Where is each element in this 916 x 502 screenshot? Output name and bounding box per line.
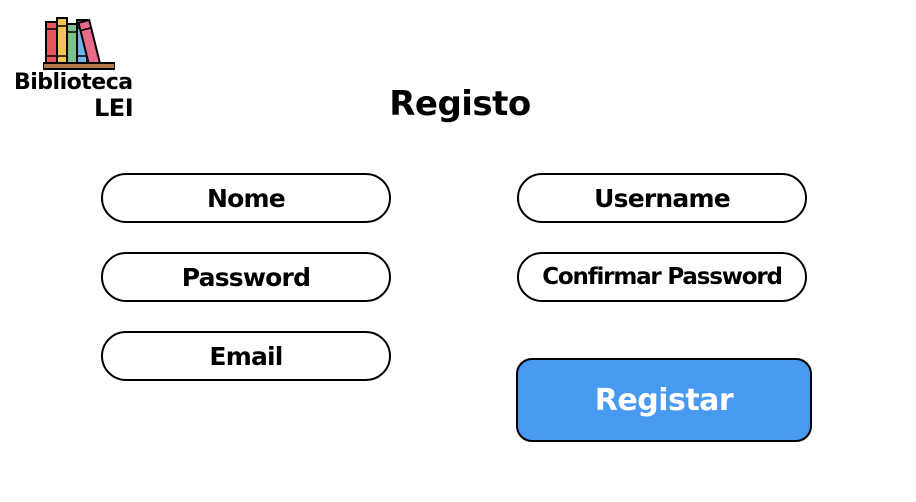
register-page: Biblioteca LEI Registo Registar — [0, 0, 916, 502]
username-field-wrapper — [517, 173, 807, 223]
registar-button[interactable]: Registar — [516, 358, 812, 442]
email-input[interactable] — [103, 333, 389, 379]
logo: Biblioteca LEI — [10, 10, 140, 130]
username-input[interactable] — [519, 175, 805, 221]
confirm-password-field-wrapper — [517, 252, 807, 302]
nome-field-wrapper — [101, 173, 391, 223]
logo-text-biblioteca: Biblioteca — [14, 70, 133, 95]
page-title: Registo — [389, 84, 531, 124]
logo-text-lei: LEI — [94, 94, 134, 122]
email-field-wrapper — [101, 331, 391, 381]
books-icon — [43, 17, 115, 70]
password-input[interactable] — [103, 254, 389, 300]
confirm-password-input[interactable] — [519, 254, 805, 300]
password-field-wrapper — [101, 252, 391, 302]
nome-input[interactable] — [103, 175, 389, 221]
